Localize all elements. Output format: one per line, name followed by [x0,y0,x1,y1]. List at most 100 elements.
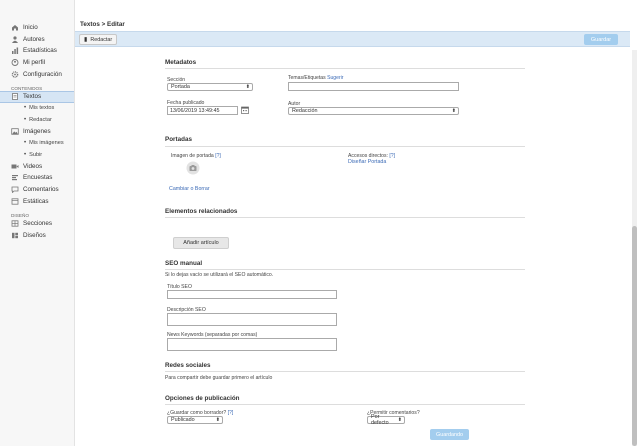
sidebar-subitem-label: Redactar [29,116,52,123]
accesos-help-link[interactable]: [?] [389,153,395,159]
descripcion-seo-textarea[interactable] [167,313,337,326]
sections-icon [11,220,19,227]
bullet-icon: • [24,105,27,112]
sidebar-item-textos[interactable]: Textos [0,90,74,103]
section-divider [165,217,525,218]
sidebar-item-label: Mi perfil [23,59,46,67]
gear-icon [11,70,19,78]
sidebar-item-label: Diseños [23,231,46,239]
bullet-icon: • [24,151,27,158]
cambiar-borrar-link[interactable]: Cambiar o Borrar [169,186,210,192]
bullet-icon: • [24,116,27,123]
publicacion-title: Opciones de publicación [165,395,240,402]
seo-title: SEO manual [165,260,203,267]
updown-arrow-icon: ⬍ [215,417,220,423]
temas-input[interactable] [288,82,459,91]
profile-icon [11,59,19,67]
sidebar-item-label: Videos [23,162,43,170]
chart-icon [11,47,19,55]
sidebar-item-secciones[interactable]: Secciones [0,218,74,230]
document-icon [11,93,19,101]
sidebar-item-estaticas[interactable]: Estáticas [0,195,74,207]
imagen-help-link[interactable]: [?] [215,153,221,159]
fecha-input[interactable]: 13/06/2019 13:49:45 [167,106,238,115]
imagen-portada-label-text: Imagen de portada [171,153,214,159]
calendar-icon[interactable] [241,106,249,116]
sidebar-item-disenos[interactable]: Diseños [0,230,74,242]
section-divider [165,146,525,147]
video-icon [11,163,19,170]
scrollbar-thumb[interactable] [632,226,637,446]
sidebar-subitem-label: Subir [29,151,43,158]
borrador-select[interactable]: Publicado ⬍ [167,416,223,424]
borrador-help-link[interactable]: [?] [228,410,234,416]
sidebar-item-label: Configuración [23,70,62,78]
user-icon [11,36,19,43]
home-icon [11,24,19,31]
sidebar-item-label: Encuestas [23,174,53,182]
sidebar-item-label: Estadísticas [23,47,57,55]
sidebar-item-configuracion[interactable]: Configuración [0,68,74,80]
add-article-button[interactable]: Añadir artículo [173,237,229,249]
toolbar: ▮ Redactar Guardar [75,31,630,47]
sidebar-item-videos[interactable]: Videos [0,161,74,173]
redes-note: Para compartir debe guardar primero el a… [165,375,273,381]
scrollbar[interactable] [632,50,637,446]
sidebar-item-encuestas[interactable]: Encuestas [0,172,74,184]
comentarios-select-value: Por defecto [371,414,389,426]
sidebar-subitem-subir[interactable]: • Subir [0,149,74,161]
imagen-portada-label: Imagen de portada [?] [171,153,221,159]
comentarios-select[interactable]: Por defecto ⬍ [367,414,405,426]
sidebar-item-label: Autores [23,35,45,43]
sidebar-item-estadisticas[interactable]: Estadísticas [0,45,74,57]
seo-note: Si lo dejas vacío se utilizará el SEO au… [165,272,274,278]
updown-arrow-icon: ⬍ [245,84,250,90]
section-divider [165,269,525,270]
guardar-button[interactable]: Guardar [584,34,618,45]
sidebar-item-comentarios[interactable]: Comentarios [0,184,74,196]
image-icon [11,128,19,135]
redes-title: Redes sociales [165,362,211,369]
sidebar-header-diseno: DISEÑO [11,212,29,218]
layout-icon [11,232,19,239]
section-divider [165,68,525,69]
redactar-button-label: Redactar [90,36,113,43]
sidebar: Inicio Autores Estadísticas Mi perfil Co… [0,0,75,446]
temas-label-text: Temas/Etiquetas [288,75,326,81]
sidebar-item-label: Comentarios [23,186,59,194]
sidebar-subitem-redactar[interactable]: • Redactar [0,114,74,126]
sidebar-item-autores[interactable]: Autores [0,34,74,46]
sidebar-item-label: Inicio [23,24,38,32]
sidebar-subitem-label: Mis imágenes [29,140,64,147]
document-icon: ▮ [84,37,88,43]
seccion-select-value: Portada [171,84,190,90]
section-divider [165,404,525,405]
updown-arrow-icon: ⬍ [397,417,402,423]
sidebar-item-label: Imágenes [23,128,51,136]
sidebar-subitem-label: Mis textos [29,105,55,112]
keywords-textarea[interactable] [167,338,337,351]
sidebar-item-label: Textos [23,93,42,101]
sidebar-item-mi-perfil[interactable]: Mi perfil [0,57,74,69]
seccion-select[interactable]: Portada ⬍ [167,83,253,91]
titulo-seo-input[interactable] [167,290,337,299]
autor-select[interactable]: Redacción ⬍ [288,107,459,115]
sidebar-header-contenidos: CONTENIDOS [11,85,43,91]
main-area: Textos > Editar ▮ Redactar Guardar Metad… [75,0,637,446]
sidebar-item-label: Secciones [23,220,53,228]
sugerir-link[interactable]: Sugerir [327,75,343,81]
camera-placeholder-icon[interactable] [186,161,200,177]
sidebar-item-inicio[interactable]: Inicio [0,22,74,34]
redactar-button[interactable]: ▮ Redactar [79,34,118,45]
guardando-button[interactable]: Guardando [430,429,469,440]
sidebar-item-label: Estáticas [23,197,49,205]
metadatos-title: Metadatos [165,59,197,66]
sidebar-subitem-mis-imagenes[interactable]: • Mis imágenes [0,137,74,149]
breadcrumb: Textos > Editar [80,21,125,28]
poll-icon [11,174,19,181]
sidebar-subitem-mis-textos[interactable]: • Mis textos [0,103,74,115]
temas-label: Temas/Etiquetas Sugerir [288,75,344,81]
section-divider [165,371,525,372]
sidebar-item-imagenes[interactable]: Imágenes [0,126,74,138]
disenar-portada-link[interactable]: Diseñar Portada [348,159,386,165]
